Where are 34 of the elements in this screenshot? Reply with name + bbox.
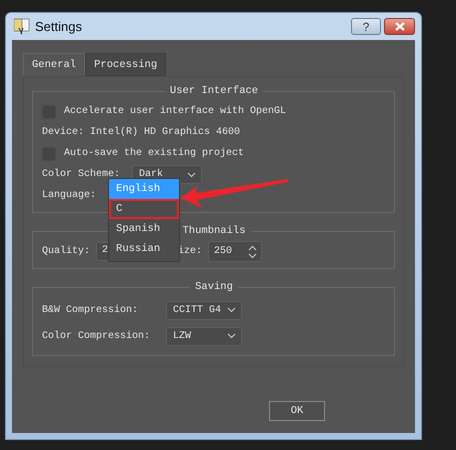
field-label: Color Compression: (42, 330, 152, 342)
chevron-icon (227, 333, 236, 339)
group-title: User Interface (168, 85, 260, 97)
tab[interactable]: General (23, 53, 86, 76)
checkbox-label: Auto-save the existing project (64, 148, 244, 159)
spin-value: 250 (214, 246, 232, 257)
tab[interactable]: Processing (85, 53, 166, 76)
chevron-icon (227, 307, 236, 313)
list-option[interactable]: Spanish (109, 218, 180, 238)
app-icon (14, 18, 30, 35)
ok-button[interactable]: OK (269, 401, 325, 421)
help-button[interactable]: ? (351, 18, 381, 35)
field-label: B&W Compression: (42, 304, 140, 316)
window-title: Settings (35, 19, 82, 34)
group-title: Saving (194, 281, 234, 293)
dropdown[interactable]: LZW (166, 326, 242, 346)
spin-box[interactable]: 250 (208, 241, 262, 262)
field-label: Language: (42, 190, 96, 201)
dropdown-value: LZW (173, 330, 192, 342)
stepper-icon (248, 244, 258, 258)
field-label: ize: (178, 246, 202, 257)
device-text: Device: Intel(R) HD Graphics 4600 (42, 127, 240, 138)
field-label: Color Scheme: (42, 169, 120, 180)
checkbox-label: Accelerate user interface with OpenGL (64, 106, 286, 117)
close-icon (394, 22, 404, 31)
dropdown[interactable]: CCITT G4 (166, 300, 242, 320)
group-title: Thumbnails (181, 225, 246, 237)
close-button[interactable] (384, 18, 415, 35)
chevron-icon (187, 172, 196, 178)
field-label: Quality: (42, 246, 90, 257)
list-option[interactable]: Russian (109, 238, 180, 258)
list-option[interactable]: C (109, 198, 180, 218)
dropdown-value: CCITT G4 (173, 304, 222, 316)
dropdown-value: Dark (139, 169, 164, 180)
